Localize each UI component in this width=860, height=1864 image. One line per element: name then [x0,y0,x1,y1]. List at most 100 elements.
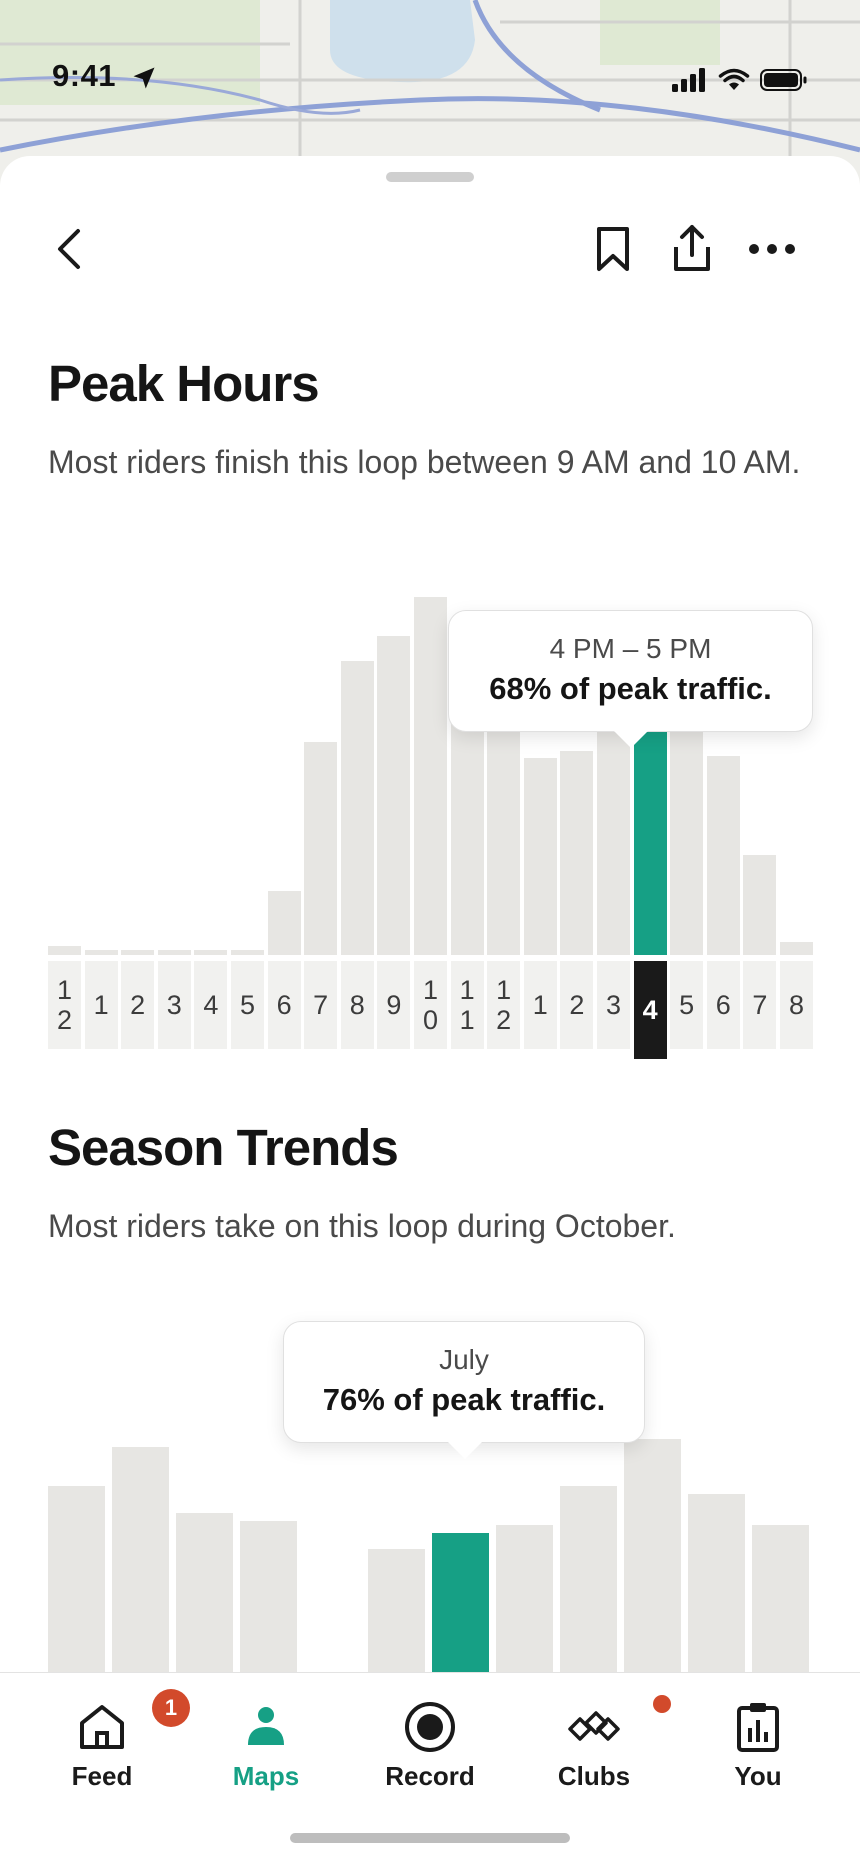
status-indicators [672,68,808,97]
hour-bar[interactable] [267,890,301,955]
hour-tick-text: 2 [496,1005,512,1035]
hour-tick-label[interactable]: 9 [377,961,411,1049]
hour-tick-text: 5 [679,990,695,1020]
hour-tick-label[interactable]: 2 [121,961,155,1049]
hour-tick-text: 2 [56,1005,73,1035]
hour-tick-label[interactable]: 1 [523,961,557,1049]
hour-bar[interactable] [706,756,740,955]
tab-label-clubs: Clubs [557,1761,631,1791]
hour-bar[interactable] [377,636,411,955]
peak-hours-title: Peak Hours [48,355,320,412]
share-button[interactable] [657,216,727,286]
hour-tick-text: 1 [93,990,109,1020]
battery-icon [760,68,808,97]
season-trends-title: Season Trends [48,1119,399,1176]
hour-bar[interactable] [157,950,191,955]
hour-tick-label[interactable]: 7 [743,961,777,1049]
more-button[interactable] [737,216,807,286]
hour-bar[interactable] [597,725,630,955]
hour-tick-label[interactable]: 4 [633,961,667,1059]
home-icon [76,1699,128,1755]
toolbar [0,216,860,286]
tab-record[interactable]: Record [355,1673,505,1803]
hour-tick-text: 1 [56,975,73,1005]
clipboard-chart-icon [735,1699,781,1755]
hour-bar[interactable] [48,946,81,955]
hour-tick-label[interactable]: 3 [597,961,630,1049]
hour-bar[interactable] [340,661,374,955]
hour-tick-label[interactable]: 8 [780,961,813,1049]
hour-tick-text: 3 [166,990,182,1020]
hour-tick-text: 2 [569,990,585,1020]
tab-feed[interactable]: Feed 1 [27,1673,190,1803]
hour-tick-label[interactable]: 5 [670,961,704,1049]
hour-tick-label[interactable]: 12 [487,961,521,1049]
hour-tick-text: 8 [788,990,805,1020]
hour-tick-label[interactable]: 4 [194,961,228,1049]
hour-bar[interactable] [560,750,594,955]
hour-tick-text: 6 [715,990,731,1020]
hour-tick-label[interactable]: 12 [48,961,81,1049]
tooltip-caret [448,1442,482,1459]
hour-tick-text: 1 [459,1005,475,1035]
hour-tick-label[interactable]: 5 [231,961,264,1049]
hour-tick-text: 3 [605,990,622,1020]
tab-label-feed: Feed [71,1761,133,1791]
home-indicator [290,1833,570,1843]
route-stats-sheet: Peak Hours Most riders finish this loop … [0,156,860,1864]
hour-tick-text: 1 [459,975,475,1005]
hour-tick-label[interactable]: 6 [706,961,740,1049]
tab-maps[interactable]: Maps [191,1673,341,1803]
tooltip-peak-value: 76% of peak traffic. [322,1382,606,1417]
hour-bar[interactable] [231,950,264,955]
hour-bar[interactable] [670,729,704,955]
hour-bar[interactable] [121,950,155,955]
tooltip-peak-value: 68% of peak traffic. [489,671,772,706]
hour-tick-text: 4 [642,995,658,1025]
record-icon [403,1699,457,1755]
hour-tick-label[interactable]: 1 [84,961,118,1049]
unread-dot [653,1695,671,1713]
notification-badge: 1 [152,1689,190,1727]
hour-tick-label[interactable]: 3 [157,961,191,1049]
hour-tick-label[interactable]: 10 [414,961,447,1049]
clubs-icon [566,1699,622,1755]
maps-person-icon [240,1699,292,1755]
hour-tick-label[interactable]: 2 [560,961,594,1049]
peak-hours-tooltip: 4 PM – 5 PM 68% of peak traffic. [448,610,813,748]
chevron-left-icon [52,225,86,278]
hour-tick-label[interactable]: 8 [340,961,374,1049]
hour-tick-text: 1 [422,975,439,1005]
tab-label-record: Record [385,1761,475,1791]
hour-bar[interactable] [414,597,447,955]
hour-tick-label[interactable]: 6 [267,961,301,1049]
season-trends-subtitle: Most riders take on this loop during Oct… [48,1208,676,1244]
tab-you[interactable]: You [683,1673,833,1803]
bookmark-button[interactable] [578,216,648,286]
tab-clubs[interactable]: Clubs [519,1673,671,1803]
tab-label-maps: Maps [232,1761,300,1791]
status-time: 9:41 [52,58,117,93]
season-trends-tooltip: July 76% of peak traffic. [283,1321,645,1459]
wifi-icon [718,68,750,97]
hour-tick-label[interactable]: 7 [304,961,338,1049]
hour-bar[interactable] [304,741,338,955]
hour-tick-text: 0 [422,1005,439,1035]
hour-bar[interactable] [780,941,813,955]
hour-tick-text: 8 [349,990,365,1020]
tooltip-hour-range: 4 PM – 5 PM [549,633,712,664]
hour-bar[interactable] [194,950,228,955]
hour-bar[interactable] [633,711,667,955]
peak-hours-subtitle: Most riders finish this loop between 9 A… [48,444,801,480]
hour-tick-text: 4 [203,990,219,1020]
back-button[interactable] [34,216,104,286]
sheet-grabber[interactable] [386,172,474,182]
hour-tick-label[interactable]: 11 [450,961,484,1049]
hour-bar[interactable] [743,854,777,955]
hour-bar[interactable] [523,758,557,955]
hour-tick-text: 1 [496,975,512,1005]
hour-bar[interactable] [84,950,118,955]
location-arrow-icon [130,64,158,97]
tooltip-month: July [439,1344,489,1375]
hour-tick-text: 5 [239,990,256,1020]
